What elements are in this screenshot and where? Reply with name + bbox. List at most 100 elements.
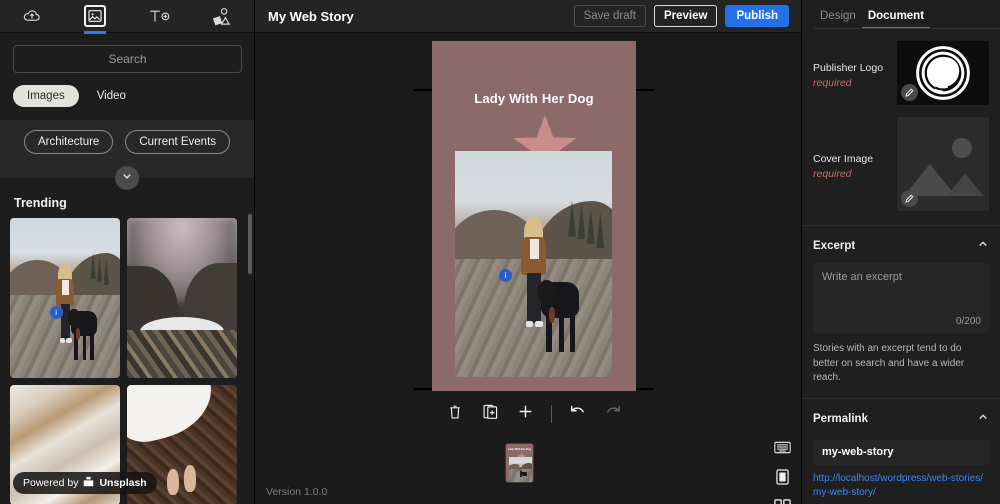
media-thumbnail-grid: i: [0, 218, 254, 504]
mobile-page-icon: [776, 469, 789, 490]
page-thumbnail-headline: Lady With Her Dog: [507, 448, 532, 451]
excerpt-help-text: Stories with an excerpt tend to do bette…: [813, 343, 965, 383]
workspace-header: My Web Story Save draft Preview Publish: [255, 0, 801, 33]
chevron-up-icon: [977, 410, 989, 428]
edit-publisher-logo-button[interactable]: [900, 84, 918, 102]
media-type-images[interactable]: Images: [13, 85, 79, 107]
library-tab-shapes[interactable]: [191, 0, 255, 33]
trash-icon: [448, 404, 462, 425]
pencil-icon: [904, 84, 914, 102]
chevron-down-icon: [121, 169, 133, 187]
page-thumbnail-photo: [509, 457, 532, 482]
library-tabbar: [0, 0, 254, 33]
single-page-view-button[interactable]: [772, 469, 793, 490]
canvas-area: Lady With Her Dog i Lady With Her Dog Ve…: [255, 33, 801, 504]
library-tab-media[interactable]: [64, 0, 128, 33]
add-page-button[interactable]: [514, 403, 536, 425]
canvas-guide-bottom-right: [636, 388, 654, 390]
category-current-events[interactable]: Current Events: [125, 130, 231, 154]
cloud-upload-icon: [22, 6, 42, 26]
publisher-logo-label-group: Publisher Logo required: [813, 58, 897, 89]
media-type-toggle: Images Video: [0, 73, 254, 120]
grid-view-button[interactable]: [772, 498, 793, 504]
excerpt-counter: 0/200: [955, 316, 981, 327]
chevron-up-icon: [977, 237, 989, 255]
story-page-canvas[interactable]: Lady With Her Dog i: [432, 41, 636, 391]
image-icon: [84, 5, 107, 27]
delete-page-button[interactable]: [444, 403, 466, 425]
excerpt-placeholder: Write an excerpt: [822, 271, 902, 283]
excerpt-heading: Excerpt: [813, 240, 856, 252]
edit-cover-image-button[interactable]: [900, 190, 918, 208]
redo-button[interactable]: [602, 403, 624, 425]
publisher-logo-row: Publisher Logo required: [813, 41, 989, 105]
media-library-panel: Images Video Architecture Current Events…: [0, 0, 255, 504]
media-type-video[interactable]: Video: [93, 85, 130, 107]
save-draft-button[interactable]: Save draft: [573, 5, 646, 27]
permalink-panel-header[interactable]: Permalink: [802, 399, 1000, 436]
search-input[interactable]: [13, 45, 242, 73]
cover-image-label: Cover Image: [813, 152, 874, 165]
page-thumbnail-1[interactable]: Lady With Her Dog: [505, 443, 534, 483]
unsplash-icon: [83, 476, 94, 490]
publisher-logo-media[interactable]: [896, 41, 989, 105]
inspector-panel: Design Document Publisher Logo required: [801, 0, 1000, 504]
media-thumbnail[interactable]: [127, 218, 237, 378]
canvas-guide-top-left: [414, 89, 432, 91]
library-search-area: [0, 33, 254, 73]
excerpt-input[interactable]: Write an excerpt 0/200: [813, 263, 989, 333]
publisher-logo-required: required: [813, 76, 852, 89]
publisher-logo-label: Publisher Logo: [813, 61, 884, 74]
canvas-guide-bottom-left: [414, 388, 432, 390]
excerpt-panel-header[interactable]: Excerpt: [802, 226, 1000, 263]
library-tab-upload-media[interactable]: [0, 0, 64, 33]
permalink-slug-input[interactable]: [813, 439, 990, 465]
unsplash-attribution[interactable]: Powered by Unsplash: [13, 472, 157, 494]
story-image-element[interactable]: i: [455, 151, 612, 377]
preview-button[interactable]: Preview: [653, 5, 718, 27]
permalink-heading: Permalink: [813, 412, 868, 425]
library-tab-text[interactable]: [127, 0, 191, 33]
media-thumbnail[interactable]: i: [10, 218, 120, 378]
cover-image-media[interactable]: [896, 117, 989, 211]
permalink-url[interactable]: http://localhost/wordpress/web-stories/m…: [802, 465, 1000, 500]
header-actions: Save draft Preview Publish: [573, 5, 789, 27]
expand-categories-button[interactable]: [115, 166, 139, 190]
thumbnail-column-right: [127, 218, 237, 504]
story-headline-element[interactable]: Lady With Her Dog: [432, 91, 636, 106]
attribution-text: Powered by: [23, 477, 79, 489]
category-architecture[interactable]: Architecture: [23, 130, 114, 154]
canvas-guide-top-right: [636, 89, 654, 91]
keyboard-icon: [774, 441, 791, 459]
cover-image-row: Cover Image required: [813, 117, 989, 211]
publish-button[interactable]: Publish: [725, 5, 789, 27]
undo-button[interactable]: [567, 403, 589, 425]
attribution-brand: Unsplash: [99, 477, 147, 489]
thumbnail-column-left: i: [10, 218, 120, 504]
cover-image-label-group: Cover Image required: [813, 149, 897, 180]
text-add-icon: [147, 7, 171, 25]
keyboard-shortcuts-button[interactable]: [772, 439, 793, 460]
undo-icon: [569, 404, 587, 425]
tab-document[interactable]: Document: [861, 10, 931, 29]
library-scrollbar[interactable]: [248, 214, 252, 274]
duplicate-page-icon: [482, 404, 498, 425]
web-stories-editor: Images Video Architecture Current Events…: [0, 0, 1000, 504]
media-results: Trending i: [0, 178, 254, 504]
inspector-tabbar: Design Document: [802, 0, 1000, 29]
media-link-badge: i: [498, 268, 512, 282]
view-mode-controls: [772, 439, 793, 504]
duplicate-page-button[interactable]: [479, 403, 501, 425]
document-media-section: Publisher Logo required Cover Image requ…: [802, 29, 1000, 226]
grid-view-icon: [774, 498, 791, 504]
plus-icon: [518, 404, 533, 424]
tab-design[interactable]: Design: [814, 10, 862, 29]
redo-icon: [604, 404, 622, 425]
version-label: Version 1.0.0: [266, 486, 328, 498]
toolbar-divider: [551, 405, 552, 423]
media-insert-badge: i: [49, 306, 63, 319]
page-edit-toolbar: [432, 399, 636, 429]
pencil-icon: [904, 190, 914, 208]
shapes-icon: [211, 7, 233, 26]
category-bar: Architecture Current Events: [0, 120, 254, 190]
